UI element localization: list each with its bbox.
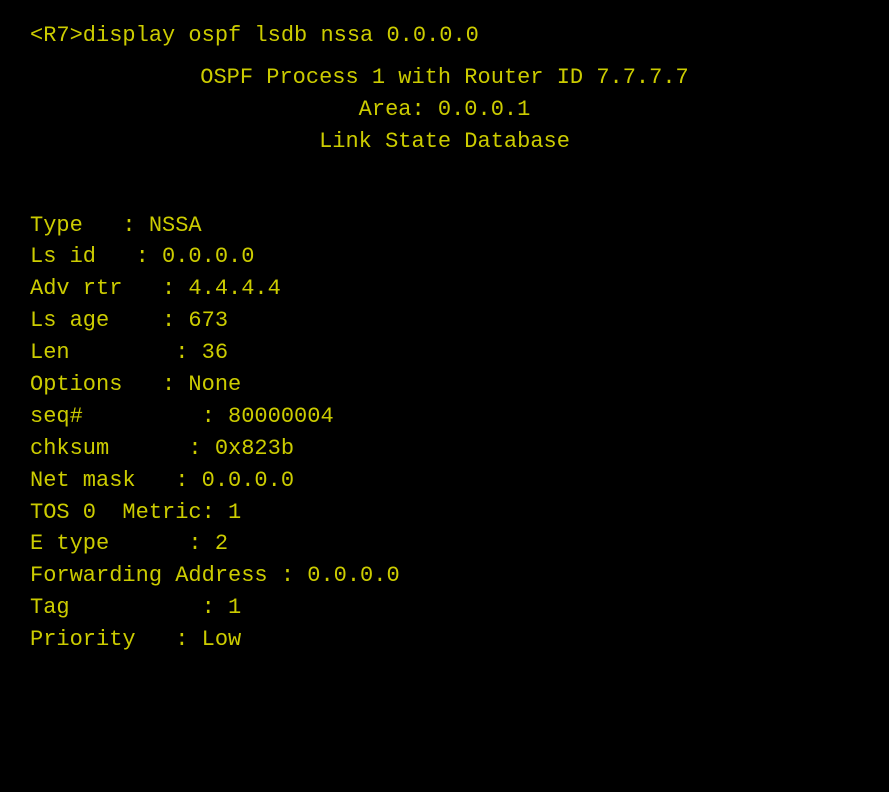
data-row: Tag : 1: [30, 592, 859, 624]
data-row: Ls id : 0.0.0.0: [30, 241, 859, 273]
data-row: Priority : Low: [30, 624, 859, 656]
command-line: <R7>display ospf lsdb nssa 0.0.0.0: [30, 20, 859, 52]
data-row: chksum : 0x823b: [30, 433, 859, 465]
data-row: Forwarding Address : 0.0.0.0: [30, 560, 859, 592]
data-row: Type : NSSA: [30, 210, 859, 242]
header-line-3: Link State Database: [30, 126, 859, 158]
data-row: TOS 0 Metric: 1: [30, 497, 859, 529]
data-row: E type : 2: [30, 528, 859, 560]
data-row: Len : 36: [30, 337, 859, 369]
data-section: Type : NSSALs id : 0.0.0.0Adv rtr : 4.4.…: [30, 188, 859, 656]
data-row: Adv rtr : 4.4.4.4: [30, 273, 859, 305]
data-row: Ls age : 673: [30, 305, 859, 337]
command-text: <R7>display ospf lsdb nssa 0.0.0.0: [30, 23, 479, 48]
header-line-2: Area: 0.0.0.1: [30, 94, 859, 126]
data-row: Options : None: [30, 369, 859, 401]
header-section: OSPF Process 1 with Router ID 7.7.7.7 Ar…: [30, 62, 859, 158]
data-row: Net mask : 0.0.0.0: [30, 465, 859, 497]
terminal-window: <R7>display ospf lsdb nssa 0.0.0.0 OSPF …: [30, 20, 859, 656]
header-line-1: OSPF Process 1 with Router ID 7.7.7.7: [30, 62, 859, 94]
data-row: seq# : 80000004: [30, 401, 859, 433]
